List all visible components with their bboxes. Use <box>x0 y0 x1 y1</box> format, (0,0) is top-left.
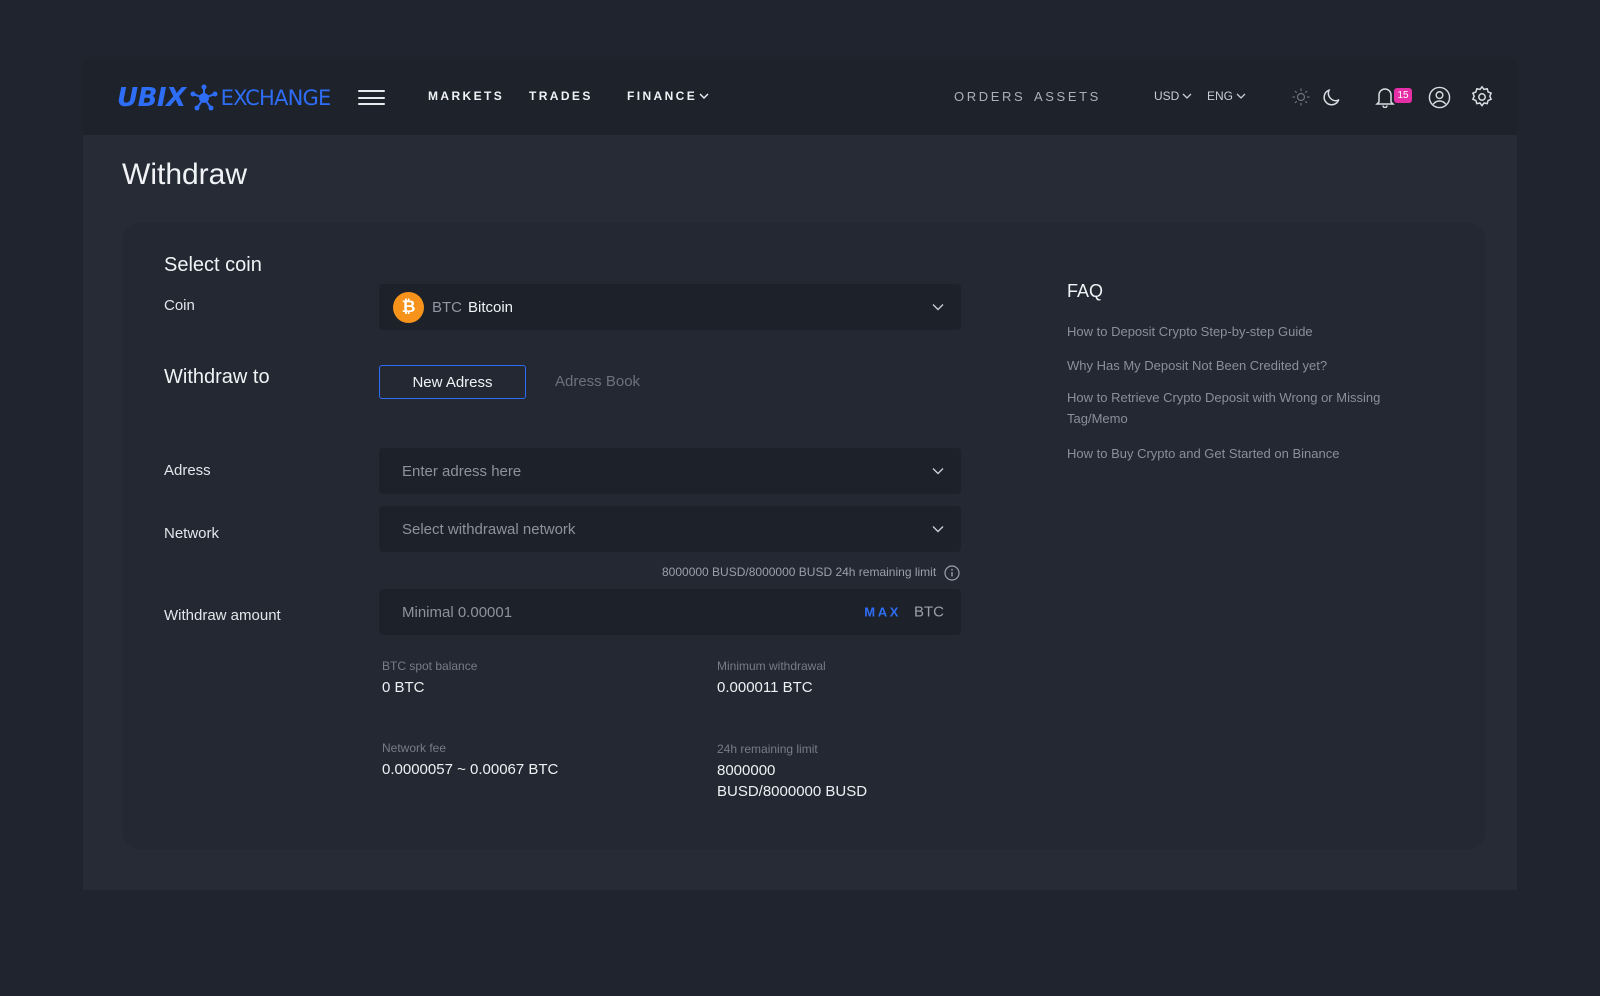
nav-markets[interactable]: MARKETS <box>428 89 504 103</box>
ubix-logo[interactable]: UBIX EXCHANGE <box>117 82 332 114</box>
currency-label: USD <box>1154 89 1180 103</box>
network-placeholder: Select withdrawal network <box>402 520 576 538</box>
network-fee-label: Network fee <box>382 741 447 755</box>
chevron-down-icon <box>932 526 944 533</box>
info-icon[interactable] <box>944 565 960 586</box>
currency-select[interactable]: USD <box>1154 89 1192 103</box>
coin-select[interactable]: ₿ BTC Bitcoin <box>379 284 961 330</box>
coin-ticker: BTC <box>432 298 462 316</box>
nav-orders[interactable]: ORDERS <box>954 89 1025 104</box>
faq-link[interactable]: How to Retrieve Crypto Deposit with Wron… <box>1067 387 1427 429</box>
chevron-down-icon <box>1236 93 1246 99</box>
amount-placeholder: Minimal 0.00001 <box>402 603 513 621</box>
logo-molecule-icon <box>189 84 219 112</box>
logo-subtitle: EXCHANGE <box>220 86 332 110</box>
chevron-down-icon <box>932 304 944 311</box>
remaining-limit-value: 8000000 BUSD/8000000 BUSD <box>717 760 867 802</box>
top-navbar: UBIX EXCHANGE MARKETS TRADES FINANCE ORD… <box>83 59 1517 135</box>
nav-assets[interactable]: ASSETS <box>1034 89 1101 104</box>
spot-balance-label: BTC spot balance <box>382 659 478 673</box>
network-label: Network <box>164 525 220 542</box>
limit-note: 8000000 BUSD/8000000 BUSD 24h remaining … <box>662 565 937 579</box>
remaining-limit-line2: BUSD/8000000 BUSD <box>717 783 868 800</box>
language-select[interactable]: ENG <box>1207 89 1246 103</box>
amount-unit: BTC <box>914 603 944 621</box>
faq-link[interactable]: How to Deposit Crypto Step-by-step Guide <box>1067 321 1427 342</box>
withdraw-amount-label: Withdraw amount <box>164 607 281 624</box>
chevron-down-icon <box>1182 93 1192 99</box>
notification-count-badge: 15 <box>1394 88 1412 103</box>
address-book-tab[interactable]: Adress Book <box>555 373 640 390</box>
address-placeholder: Enter adress here <box>402 462 522 480</box>
logo-wordmark: UBIX <box>117 83 186 113</box>
spot-balance-value: 0 BTC <box>382 679 425 696</box>
faq-title: FAQ <box>1067 281 1104 301</box>
language-label: ENG <box>1207 89 1234 103</box>
network-fee-value: 0.0000057 ~ 0.00067 BTC <box>382 761 559 778</box>
faq-link[interactable]: How to Buy Crypto and Get Started on Bin… <box>1067 443 1427 464</box>
nav-finance-label: FINANCE <box>627 89 698 103</box>
nav-trades[interactable]: TRADES <box>529 89 593 103</box>
remaining-limit-label: 24h remaining limit <box>717 742 818 756</box>
hamburger-menu-icon[interactable] <box>358 90 385 105</box>
notification-bell-icon[interactable] <box>1374 85 1396 109</box>
nav-finance[interactable]: FINANCE <box>627 89 709 103</box>
select-coin-title: Select coin <box>164 254 262 276</box>
user-profile-icon[interactable] <box>1427 85 1451 109</box>
bitcoin-icon: ₿ <box>393 291 424 323</box>
coin-label: Coin <box>164 297 195 314</box>
min-withdrawal-label: Minimum withdrawal <box>717 659 826 673</box>
chevron-down-icon <box>932 468 944 475</box>
chevron-down-icon <box>699 93 709 99</box>
address-label: Adress <box>164 462 211 479</box>
address-input[interactable]: Enter adress here <box>379 448 961 494</box>
faq-link[interactable]: Why Has My Deposit Not Been Credited yet… <box>1067 355 1427 376</box>
page-title: Withdraw <box>122 158 248 191</box>
min-withdrawal-value: 0.000011 BTC <box>717 679 813 696</box>
light-theme-icon[interactable] <box>1291 87 1311 107</box>
coin-name: Bitcoin <box>468 298 514 316</box>
max-button[interactable]: MAX <box>864 605 901 620</box>
new-address-tab[interactable]: New Adress <box>379 365 526 399</box>
dark-theme-icon[interactable] <box>1321 86 1343 108</box>
remaining-limit-line1: 8000000 <box>717 762 776 779</box>
network-select[interactable]: Select withdrawal network <box>379 506 961 552</box>
withdraw-amount-input[interactable]: Minimal 0.00001 MAX BTC <box>379 589 961 635</box>
settings-gear-icon[interactable] <box>1469 84 1494 109</box>
withdraw-to-title: Withdraw to <box>164 366 270 388</box>
